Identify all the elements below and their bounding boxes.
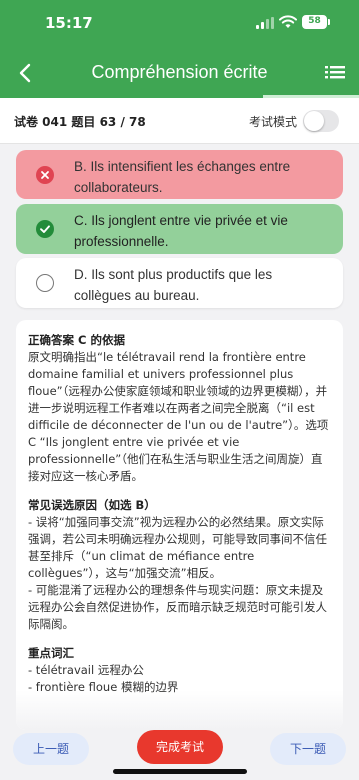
battery-level: 58 xyxy=(308,16,321,26)
option-c[interactable]: C. Ils jonglent entre vie privée et vie … xyxy=(16,204,343,254)
common-mistake-title: 常见误选原因（如选 B） xyxy=(28,498,156,512)
page-title: Compréhension écrite xyxy=(91,62,268,82)
answer-basis-text: 原文明确指出“le télétravail rend la frontière … xyxy=(28,350,329,483)
status-bar: 15:17 58 xyxy=(0,0,359,48)
option-d-text: D. Ils sont plus productifs que les coll… xyxy=(74,267,273,303)
correct-check-icon xyxy=(36,220,54,238)
chevron-left-icon xyxy=(19,63,31,83)
exam-progress: 试卷 041 题目 63 / 78 xyxy=(14,115,146,129)
toggle-knob xyxy=(304,111,324,131)
answer-basis-title: 正确答案 C 的依据 xyxy=(28,333,125,347)
next-question-button[interactable]: 下一题 xyxy=(270,733,346,765)
option-b[interactable]: B. Ils intensifient les échanges entre c… xyxy=(16,150,343,199)
battery-icon: 58 xyxy=(302,15,330,29)
explanation-panel[interactable]: 正确答案 C 的依据 原文明确指出“le télétravail rend la… xyxy=(16,320,343,730)
common-mistake-point-1: - 误将“加强同事交流”视为远程办公的必然结果。原文实际强调，若公司未明确远程办… xyxy=(28,515,327,580)
common-mistake-point-2: - 可能混淆了远程办公的理想条件与现实问题：原文未提及远程办公会自然促进协作，反… xyxy=(28,583,327,631)
list-menu-icon[interactable] xyxy=(325,62,347,82)
radio-empty-icon xyxy=(36,274,54,292)
status-time: 15:17 xyxy=(45,14,93,32)
option-b-text: B. Ils intensifient les échanges entre c… xyxy=(74,159,291,195)
wifi-icon xyxy=(279,15,297,28)
finish-exam-button[interactable]: 完成考试 xyxy=(137,730,223,764)
app-header: 15:17 58 Compréhension écrite xyxy=(0,0,359,98)
exam-mode-label: 考试模式 xyxy=(249,115,298,129)
option-d[interactable]: D. Ils sont plus productifs que les coll… xyxy=(16,258,343,308)
option-c-text: C. Ils jonglent entre vie privée et vie … xyxy=(74,213,288,249)
vocabulary-item: - télétravail 远程办公 xyxy=(28,663,144,677)
vocabulary-title: 重点词汇 xyxy=(28,646,74,660)
back-button[interactable] xyxy=(12,60,38,86)
cellular-signal-icon xyxy=(256,17,274,29)
home-indicator[interactable] xyxy=(113,769,247,774)
exam-mode-toggle[interactable] xyxy=(303,110,339,132)
scroll-fade xyxy=(16,690,343,730)
wrong-x-icon xyxy=(36,165,54,184)
previous-question-button[interactable]: 上一题 xyxy=(13,733,89,765)
